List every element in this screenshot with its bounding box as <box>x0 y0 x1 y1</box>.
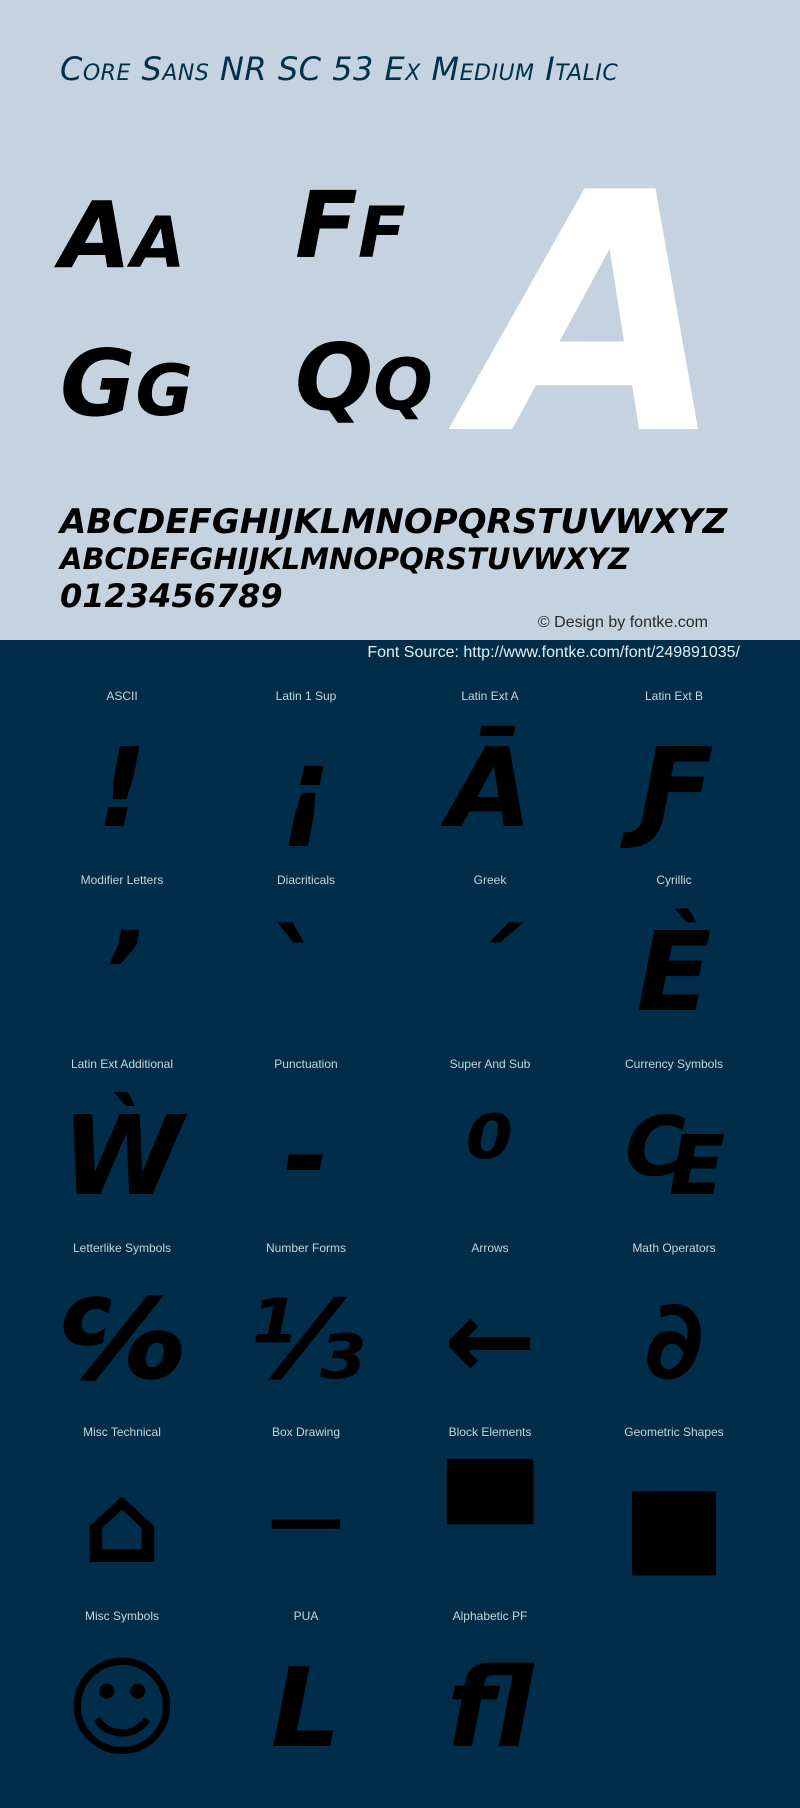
block-label: Box Drawing <box>271 1425 341 1439</box>
block-label: Super And Sub <box>449 1057 531 1071</box>
block-label: Diacriticals <box>276 873 335 887</box>
block-cell: PUA L <box>214 1609 398 1793</box>
block-label: Latin Ext Additional <box>70 1057 174 1071</box>
block-cell: Alphabetic PF ﬂ <box>398 1609 582 1793</box>
block-label: Modifier Letters <box>80 873 164 887</box>
big-glyph: A <box>470 123 726 507</box>
block-cell: Currency Symbols ₠ <box>582 1057 766 1241</box>
block-glyph: ─ <box>272 1460 340 1588</box>
block-glyph: Ā <box>447 724 533 852</box>
block-glyph: Ƒ <box>636 724 712 852</box>
block-glyph: ₠ <box>622 1092 726 1220</box>
block-glyph: ⅓ <box>249 1276 363 1404</box>
block-cell: Modifier Letters ʼ <box>30 873 214 1057</box>
block-label: Currency Symbols <box>624 1057 724 1071</box>
glyph-pair-a: AA <box>60 190 185 282</box>
block-label: Misc Technical <box>83 1425 161 1439</box>
block-cell: Greek ΄ <box>398 873 582 1057</box>
block-label: Arrows <box>471 1241 509 1255</box>
block-glyph: ■ <box>622 1460 726 1588</box>
glyph-pair-g: GG <box>60 338 193 430</box>
block-cell: Cyrillic Ѐ <box>582 873 766 1057</box>
block-glyph: Ẁ <box>61 1092 183 1220</box>
font-source-link[interactable]: Font Source: http://www.fontke.com/font/… <box>367 644 740 662</box>
block-label: Misc Symbols <box>84 1609 159 1623</box>
block-label: Letterlike Symbols <box>72 1241 172 1255</box>
block-cell: Latin Ext Additional Ẁ <box>30 1057 214 1241</box>
block-cell: Super And Sub ⁰ <box>398 1057 582 1241</box>
block-glyph: L <box>270 1644 342 1772</box>
block-cell: Punctuation ‐ <box>214 1057 398 1241</box>
block-cell: Geometric Shapes ■ <box>582 1425 766 1609</box>
block-glyph: ʼ <box>101 908 143 1036</box>
block-label: ASCII <box>106 689 138 703</box>
block-cell: Math Operators ∂ <box>582 1241 766 1425</box>
block-cell: Misc Technical ⌂ <box>30 1425 214 1609</box>
block-label: Punctuation <box>274 1057 338 1071</box>
block-glyph: Ѐ <box>636 908 712 1036</box>
block-label: Greek <box>473 873 507 887</box>
block-glyph: ▀ <box>447 1460 533 1588</box>
digits: 0123456789 <box>60 577 283 615</box>
block-glyph: ← <box>443 1276 537 1404</box>
block-cell: Latin Ext A Ā <box>398 689 582 873</box>
block-cell: Block Elements ▀ <box>398 1425 582 1609</box>
glyph-pair-q: QQ <box>295 332 433 424</box>
block-label: PUA <box>293 1609 319 1623</box>
alphabet-lower: ABCDEFGHIJKLMNOPQRSTUVWXYZ <box>60 542 630 576</box>
glyph-lower: A <box>131 202 186 284</box>
block-glyph: ﬂ <box>446 1644 534 1772</box>
glyph-upper: G <box>60 330 136 437</box>
block-glyph: ⌂ <box>82 1460 162 1588</box>
design-credit: © Design by fontke.com <box>537 614 708 631</box>
glyph-lower: Q <box>373 344 433 426</box>
glyph-upper: F <box>295 172 358 279</box>
block-cell: Number Forms ⅓ <box>214 1241 398 1425</box>
glyph-lower: F <box>357 192 406 274</box>
block-label: Cyrillic <box>656 873 692 887</box>
block-label: Block Elements <box>448 1425 532 1439</box>
block-label: Geometric Shapes <box>624 1425 724 1439</box>
glyph-upper: A <box>60 182 132 289</box>
block-glyph: ! <box>96 724 148 852</box>
font-title: Core Sans NR SC 53 Ex Medium Italic <box>60 50 619 88</box>
block-label: Number Forms <box>265 1241 346 1255</box>
block-glyph: ℅ <box>60 1276 184 1404</box>
block-glyph: ∂ <box>644 1276 704 1404</box>
block-cell: Latin Ext B Ƒ <box>582 689 766 873</box>
block-glyph: ⁰ <box>465 1092 515 1220</box>
block-cell: Box Drawing ─ <box>214 1425 398 1609</box>
block-label: Math Operators <box>632 1241 716 1255</box>
block-glyph: ΄ <box>465 908 515 1036</box>
block-label: Latin Ext A <box>461 689 519 703</box>
glyph-upper: Q <box>295 324 374 431</box>
block-cell: Latin 1 Sup ¡ <box>214 689 398 873</box>
block-label: Alphabetic PF <box>452 1609 528 1623</box>
block-glyph: ☺ <box>64 1644 180 1772</box>
block-cell: Diacriticals̀ <box>214 873 398 1057</box>
block-cell: Letterlike Symbols ℅ <box>30 1241 214 1425</box>
block-label: Latin Ext B <box>644 689 704 703</box>
block-cell: Misc Symbols ☺ <box>30 1609 214 1793</box>
specimen-header-panel: Core Sans NR SC 53 Ex Medium Italic AA F… <box>0 0 800 640</box>
block-cell: Arrows ← <box>398 1241 582 1425</box>
block-glyph: ¡ <box>280 724 332 852</box>
alphabet-upper: ABCDEFGHIJKLMNOPQRSTUVWXYZ <box>60 502 728 542</box>
glyph-pair-f: FF <box>295 180 406 272</box>
block-cell: ASCII! <box>30 689 214 873</box>
block-glyph: ‐ <box>283 1092 329 1220</box>
block-glyph: ̀ <box>214 897 398 1047</box>
block-label: Latin 1 Sup <box>275 689 337 703</box>
glyph-lower: G <box>135 350 193 432</box>
